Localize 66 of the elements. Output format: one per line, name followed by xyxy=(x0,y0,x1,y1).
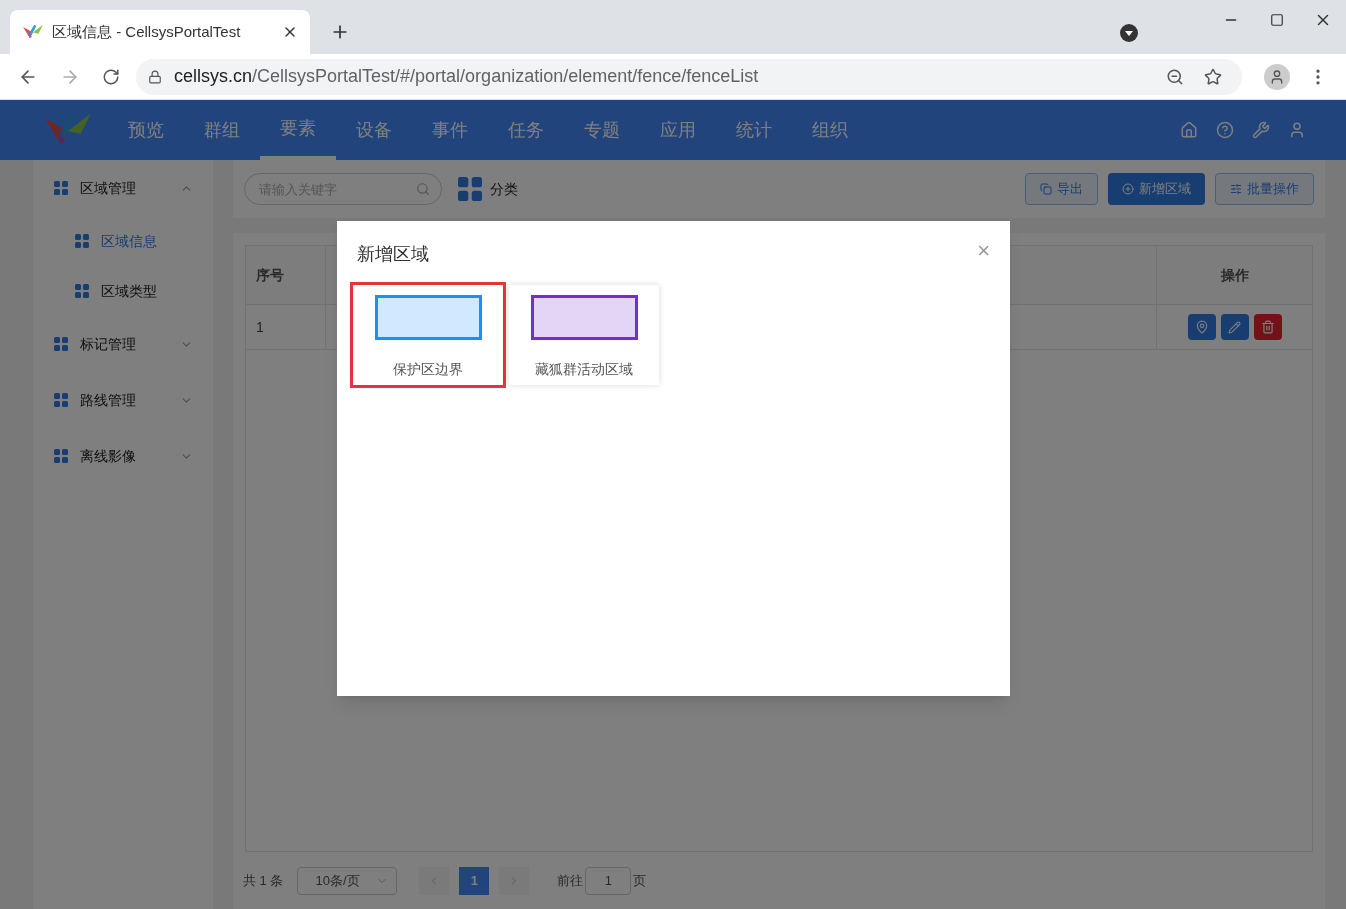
nav-item[interactable]: 任务 xyxy=(488,100,564,160)
goto-label: 前往 xyxy=(557,871,584,890)
map-pin-icon xyxy=(1194,320,1209,334)
grid-icon xyxy=(54,181,68,195)
table-header-cell: 操作 xyxy=(1156,246,1312,304)
sidebar-subitem[interactable]: 区域类型 xyxy=(33,278,213,304)
region-type-label: 保护区边界 xyxy=(393,360,463,379)
sidebar-item[interactable]: 区域管理 xyxy=(33,172,213,204)
region-type-label: 藏狐群活动区域 xyxy=(535,360,633,379)
category-button[interactable]: 分类 xyxy=(458,177,518,201)
edit-button[interactable] xyxy=(1220,314,1249,340)
sidebar-item[interactable]: 离线影像 xyxy=(33,440,213,472)
sidebar-item[interactable]: 标记管理 xyxy=(33,328,213,360)
nav-item[interactable]: 专题 xyxy=(564,100,640,160)
goto-page-field[interactable]: 1 xyxy=(585,866,632,895)
user-icon[interactable] xyxy=(1288,121,1306,139)
tab-title: 区域信息 - CellsysPortalTest xyxy=(52,21,242,42)
category-grid-icon xyxy=(458,177,482,201)
grid-icon xyxy=(54,449,68,463)
profile-avatar[interactable] xyxy=(1264,63,1290,90)
tools-icon[interactable] xyxy=(1252,121,1270,139)
nav-item[interactable]: 设备 xyxy=(336,100,412,160)
nav-item[interactable]: 群组 xyxy=(184,100,260,160)
nav-item[interactable]: 组织 xyxy=(792,100,868,160)
help-icon[interactable] xyxy=(1216,121,1234,139)
page-size-select[interactable]: 10条/页 xyxy=(297,866,398,895)
region-type-card[interactable]: 藏狐群活动区域 xyxy=(509,285,659,385)
zoom-icon[interactable] xyxy=(1166,67,1184,86)
modal-title: 新增区域 xyxy=(357,243,430,266)
nav-item[interactable]: 统计 xyxy=(716,100,792,160)
total-count: 共 1 条 xyxy=(243,871,284,890)
batch-icon xyxy=(1230,183,1242,195)
page-unit-label: 页 xyxy=(633,871,647,890)
add-icon xyxy=(1122,183,1134,195)
locate-button[interactable] xyxy=(1187,314,1216,340)
table-header-cell: 序号 xyxy=(246,246,326,304)
table-cell: 1 xyxy=(246,305,326,349)
grid-icon xyxy=(75,234,89,248)
close-button[interactable]: × xyxy=(977,239,990,262)
address-bar[interactable]: cellsys.cn/CellsysPortalTest/#/portal/organization/element/fence/fenceList xyxy=(136,58,1242,95)
grid-icon xyxy=(75,284,89,298)
export-icon xyxy=(1040,183,1052,195)
delete-button[interactable] xyxy=(1253,314,1282,340)
browser-tab[interactable]: 区域信息 - CellsysPortalTest xyxy=(10,10,310,54)
logo-icon xyxy=(22,23,44,41)
bookmark-star-icon[interactable] xyxy=(1204,67,1222,86)
trash-icon xyxy=(1260,320,1275,334)
page-button[interactable]: 1 xyxy=(459,866,490,895)
grid-icon xyxy=(54,393,68,407)
reload-icon[interactable] xyxy=(102,67,120,86)
pencil-icon xyxy=(1228,320,1241,334)
sidebar-item[interactable]: 路线管理 xyxy=(33,384,213,416)
sidebar-subitem[interactable]: 区域信息 xyxy=(33,228,213,254)
region-type-card[interactable]: 保护区边界 xyxy=(353,285,503,385)
url-text: cellsys.cn/CellsysPortalTest/#/portal/organization/element/fence/fenceList xyxy=(174,65,760,88)
profile-menu-icon[interactable] xyxy=(1120,24,1138,42)
toolbar-button[interactable]: 批量操作 xyxy=(1215,173,1314,205)
toolbar-button[interactable]: 新增区域 xyxy=(1108,173,1205,205)
grid-icon xyxy=(54,337,68,351)
nav-item[interactable]: 事件 xyxy=(412,100,488,160)
nav-item[interactable]: 预览 xyxy=(108,100,184,160)
lock-icon xyxy=(148,69,162,84)
nav-item[interactable]: 应用 xyxy=(640,100,716,160)
search-icon xyxy=(416,182,430,196)
home-icon[interactable] xyxy=(1180,121,1198,139)
toolbar-button[interactable]: 导出 xyxy=(1025,173,1098,205)
